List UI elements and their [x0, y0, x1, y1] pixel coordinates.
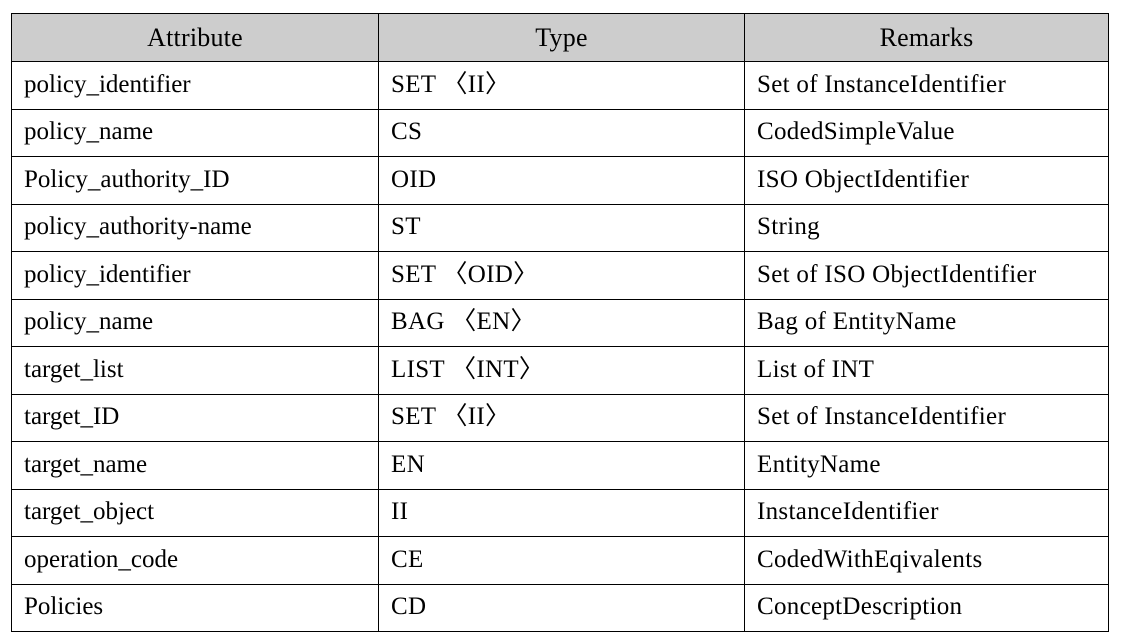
attribute-type-remarks-table: Attribute Type Remarks policy_identifier…: [11, 13, 1109, 632]
cell-remarks: CodedWithEqivalents: [744, 536, 1109, 585]
cell-type: CS: [378, 108, 745, 157]
cell-type: LIST 〈INT〉: [378, 346, 745, 395]
column-header-remarks: Remarks: [744, 13, 1109, 62]
cell-type: CE: [378, 536, 745, 585]
column-header-type-label: Type: [535, 22, 588, 52]
cell-type: SET 〈II〉: [378, 393, 745, 442]
cell-remarks: EntityName: [744, 441, 1109, 490]
table-row: policy_identifier SET 〈II〉 Set of Instan…: [11, 61, 1109, 110]
table-row: target_name EN EntityName: [11, 441, 1109, 490]
document-page: Attribute Type Remarks policy_identifier…: [0, 0, 1145, 640]
table-body: policy_identifier SET 〈II〉 Set of Instan…: [11, 61, 1109, 632]
cell-attribute: operation_code: [11, 536, 379, 585]
cell-attribute: target_object: [11, 488, 379, 537]
cell-attribute: policy_name: [11, 298, 379, 347]
table-row: target_object II InstanceIdentifier: [11, 488, 1109, 537]
cell-remarks: ISO ObjectIdentifier: [744, 156, 1109, 205]
cell-type: SET 〈II〉: [378, 61, 745, 110]
cell-attribute: policy_name: [11, 108, 379, 157]
table-row: operation_code CE CodedWithEqivalents: [11, 536, 1109, 585]
column-header-attribute-label: Attribute: [147, 22, 243, 52]
column-header-attribute: Attribute: [11, 13, 379, 62]
table-header-row: Attribute Type Remarks: [11, 13, 1109, 62]
table-row: target_ID SET 〈II〉 Set of InstanceIdenti…: [11, 393, 1109, 442]
table-row: policy_authority-name ST String: [11, 203, 1109, 252]
cell-remarks: List of INT: [744, 346, 1109, 395]
cell-remarks: Set of InstanceIdentifier: [744, 61, 1109, 110]
cell-attribute: policy_identifier: [11, 251, 379, 300]
cell-remarks: Set of InstanceIdentifier: [744, 393, 1109, 442]
cell-attribute: target_ID: [11, 393, 379, 442]
cell-type: II: [378, 488, 745, 537]
table-row: policy_name CS CodedSimpleValue: [11, 108, 1109, 157]
cell-remarks: InstanceIdentifier: [744, 488, 1109, 537]
cell-remarks: ConceptDescription: [744, 583, 1109, 632]
table-row: policy_name BAG 〈EN〉 Bag of EntityName: [11, 298, 1109, 347]
table-row: target_list LIST 〈INT〉 List of INT: [11, 346, 1109, 395]
column-header-remarks-label: Remarks: [879, 22, 974, 52]
cell-remarks: Set of ISO ObjectIdentifier: [744, 251, 1109, 300]
cell-attribute: Policy_authority_ID: [11, 156, 379, 205]
cell-attribute: policy_authority-name: [11, 203, 379, 252]
attribute-table-container: Attribute Type Remarks policy_identifier…: [11, 13, 1109, 632]
cell-type: CD: [378, 583, 745, 632]
column-header-type: Type: [378, 13, 745, 62]
cell-type: SET 〈OID〉: [378, 251, 745, 300]
table-row: Policies CD ConceptDescription: [11, 583, 1109, 632]
cell-attribute: target_name: [11, 441, 379, 490]
cell-type: BAG 〈EN〉: [378, 298, 745, 347]
cell-type: EN: [378, 441, 745, 490]
table-header: Attribute Type Remarks: [11, 13, 1109, 62]
cell-remarks: Bag of EntityName: [744, 298, 1109, 347]
cell-attribute: policy_identifier: [11, 61, 379, 110]
cell-attribute: target_list: [11, 346, 379, 395]
table-row: policy_identifier SET 〈OID〉 Set of ISO O…: [11, 251, 1109, 300]
cell-type: OID: [378, 156, 745, 205]
table-row: Policy_authority_ID OID ISO ObjectIdenti…: [11, 156, 1109, 205]
cell-attribute: Policies: [11, 583, 379, 632]
cell-remarks: String: [744, 203, 1109, 252]
cell-type: ST: [378, 203, 745, 252]
cell-remarks: CodedSimpleValue: [744, 108, 1109, 157]
